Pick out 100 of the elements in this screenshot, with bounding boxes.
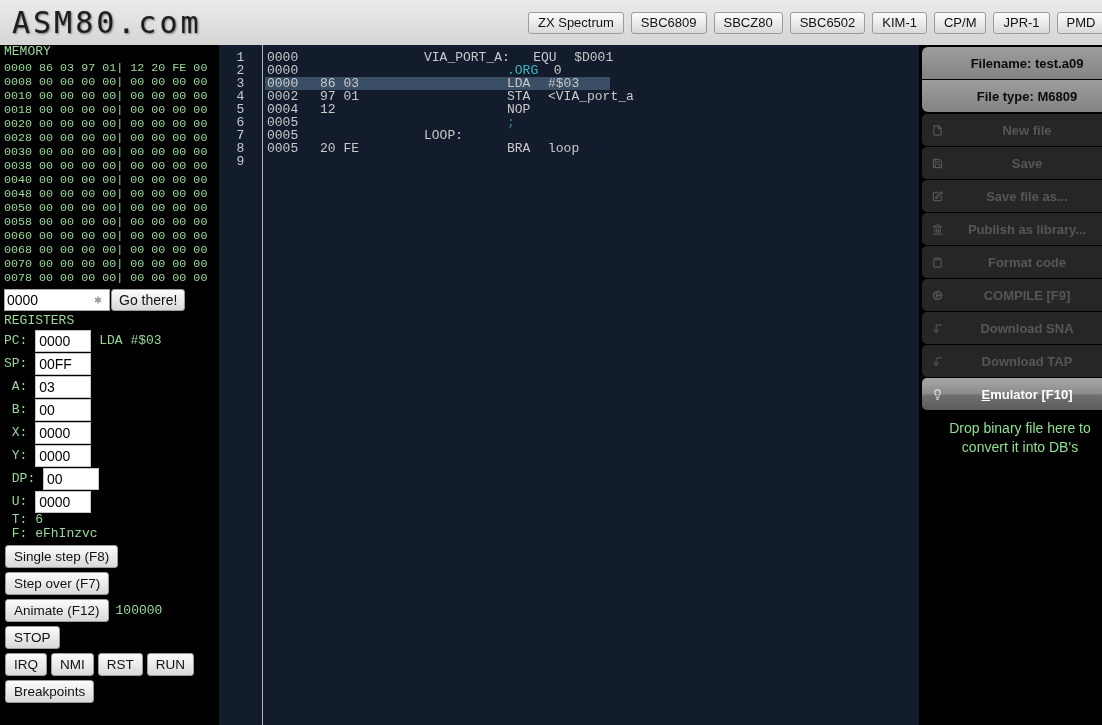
register-field[interactable]: 0000: [35, 330, 92, 352]
code-label: LOOP:: [424, 129, 463, 142]
memory-row-text: 0008 00 00 00 00| 00 00 00 00: [4, 75, 209, 89]
register-label: PC:: [4, 334, 28, 348]
operand: $D001: [574, 51, 614, 64]
line-address: 0000: [267, 51, 299, 64]
register-field[interactable]: 0000: [35, 491, 92, 513]
file-info-bar: File type: M6809: [922, 80, 1102, 112]
machine-button[interactable]: SBC6809: [630, 11, 707, 34]
line-address: 0002: [267, 90, 299, 103]
line-number: 7: [236, 129, 245, 142]
file-icon: [931, 124, 943, 136]
machine-button[interactable]: JPR-1: [993, 11, 1050, 34]
register-label: B:: [11, 403, 28, 417]
emulator-button[interactable]: Single step (F8): [5, 545, 119, 568]
machine-code-bytes: 97 01: [320, 90, 359, 103]
mnemonic: .ORG: [507, 64, 539, 77]
go-button[interactable]: Go there!: [111, 289, 186, 311]
emulator-button[interactable]: Animate (F12): [5, 599, 109, 622]
register-label: Y:: [11, 449, 28, 463]
registers-title: REGISTERS: [4, 314, 76, 328]
memory-row-text: 0040 00 00 00 00| 00 00 00 00: [4, 173, 209, 187]
line-number: 3: [236, 77, 245, 90]
operand: #$03: [548, 77, 580, 90]
line-address: 0000: [267, 77, 299, 90]
memory-row-text: 0030 00 00 00 00| 00 00 00 00: [4, 145, 209, 159]
code-label: VIA_PORT_A:: [424, 51, 510, 64]
memory-row-text: 0070 00 00 00 00| 00 00 00 00: [4, 257, 209, 271]
machine-button[interactable]: SBCZ80: [713, 11, 783, 34]
register-label: F:: [11, 527, 28, 541]
line-address: 0005: [267, 142, 299, 155]
emulator-button[interactable]: NMI: [51, 653, 94, 676]
memory-row-text: 0020 00 00 00 00| 00 00 00 00: [4, 117, 209, 131]
line-number: 2: [236, 64, 245, 77]
mnemonic: EQU: [533, 51, 557, 64]
line-address: 0005: [267, 129, 299, 142]
site-logo: ASM80.com: [12, 6, 202, 39]
memory-row-text: 0038 00 00 00 00| 00 00 00 00: [4, 159, 209, 173]
line-number: 4: [236, 90, 245, 103]
machine-code-bytes: 86 03: [320, 77, 359, 90]
mnemonic: STA: [507, 90, 531, 103]
memory-row-text: 0000 86 03 97 01| 12 20 FE 00: [4, 61, 209, 75]
machine-code-bytes: 20 FE: [320, 142, 359, 155]
line-number: 5: [236, 103, 245, 116]
register-field[interactable]: 00: [43, 468, 99, 490]
line-number: 1: [236, 51, 245, 64]
register-field[interactable]: 00FF: [35, 353, 92, 375]
emulator-button[interactable]: RUN: [146, 653, 194, 676]
line-number: 6: [236, 116, 245, 129]
memory-row-text: 0050 00 00 00 00| 00 00 00 00: [4, 201, 209, 215]
emulator-button[interactable]: Breakpoints: [5, 680, 95, 703]
comment-text: ;: [507, 116, 515, 129]
register-field[interactable]: 00: [35, 399, 92, 421]
operand: 0: [553, 64, 562, 77]
disassembly-text: LDA #$03: [99, 334, 162, 348]
memory-row-text: 0068 00 00 00 00| 00 00 00 00: [4, 243, 209, 257]
mnemonic: NOP: [507, 103, 531, 116]
line-address: 0000: [267, 64, 299, 77]
machine-button[interactable]: ZX Spectrum: [528, 11, 624, 34]
memory-row-text: 0010 00 00 00 00| 00 00 00 00: [4, 89, 209, 103]
animation-speed-text: 100000: [115, 603, 163, 618]
menu-button[interactable]: Emulator [F10]: [922, 378, 1102, 410]
bank-icon: [931, 223, 943, 235]
clipboard-icon: [931, 256, 943, 268]
memory-row-text: 0058 00 00 00 00| 00 00 00 00: [4, 215, 209, 229]
register-field[interactable]: 0000: [35, 445, 92, 467]
line-address: 0004: [267, 103, 299, 116]
line-address: 0005: [267, 116, 299, 129]
memory-row-text: 0028 00 00 00 00| 00 00 00 00: [4, 131, 209, 145]
machine-code-bytes: 12: [320, 103, 336, 116]
line-number: 9: [236, 155, 245, 168]
register-label: U:: [11, 495, 28, 509]
machine-button[interactable]: CP/M: [934, 11, 987, 34]
hook-arrow-icon: [931, 322, 943, 334]
mnemonic: BRA: [507, 142, 531, 155]
register-field[interactable]: 03: [35, 376, 92, 398]
register-field[interactable]: 0000: [35, 422, 92, 444]
address-field[interactable]: 0000: [4, 289, 110, 311]
register-value: eFhInzvc: [35, 527, 98, 541]
pencil-square-icon: [931, 190, 943, 202]
operand: <VIA_port_a: [548, 90, 634, 103]
file-info-bar: Filename: test.a09: [922, 47, 1102, 79]
gear-icon: [931, 289, 943, 301]
emulator-button[interactable]: IRQ: [5, 653, 47, 676]
machine-button[interactable]: KIM-1: [872, 11, 927, 34]
register-label: DP:: [11, 472, 36, 486]
register-label: SP:: [4, 357, 28, 371]
machine-button[interactable]: SBC6502: [789, 11, 866, 34]
drop-zone-hint: Drop binary file here to convert it into DB's: [948, 419, 1092, 457]
register-label: A:: [11, 380, 28, 394]
line-number: 8: [236, 142, 245, 155]
emulator-button[interactable]: STOP: [5, 626, 60, 649]
register-label: T:: [11, 513, 28, 527]
lightbulb-icon: [931, 388, 943, 400]
memory-row-text: 0060 00 00 00 00| 00 00 00 00: [4, 229, 209, 243]
emulator-button[interactable]: Step over (F7): [5, 572, 110, 595]
memory-row-text: 0078 00 00 00 00| 00 00 00 00: [4, 271, 209, 285]
machine-button[interactable]: PMD: [1056, 11, 1102, 34]
emulator-button[interactable]: RST: [97, 653, 143, 676]
asterisk-icon: [92, 294, 104, 306]
